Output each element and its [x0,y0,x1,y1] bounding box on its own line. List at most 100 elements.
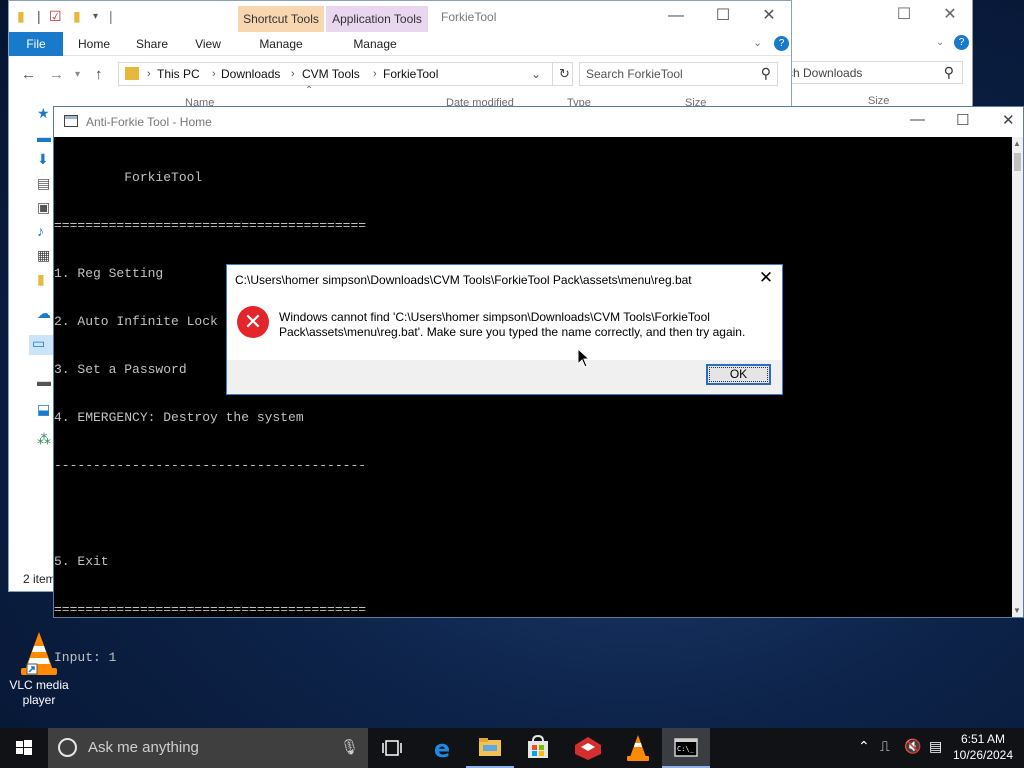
quick-access-star-icon[interactable]: ★ [37,105,50,122]
search-input[interactable]: Search ForkieTool ⚲ [579,62,778,86]
help-icon[interactable]: ? [774,36,789,51]
show-hidden-icons-icon[interactable]: ⌃ [858,738,870,768]
close-icon[interactable]: ✕ [747,4,791,30]
qat-dropdown-icon[interactable]: ▾ [93,11,98,22]
network-drive-icon[interactable]: ⬓ [37,401,50,418]
folder-icon[interactable]: ▮ [17,8,25,25]
back-arrow-icon[interactable]: ← [21,66,36,83]
recent-locations-icon[interactable]: ▾ [75,69,80,80]
tab-manage-application[interactable]: Manage [339,32,411,56]
column-header-size[interactable]: Size [868,95,889,106]
svg-text:C:\_: C:\_ [677,745,695,753]
network-icon[interactable]: ⁂ [37,431,51,448]
cortana-icon [58,738,77,757]
documents-icon[interactable]: ▤ [37,175,50,192]
videos-icon[interactable]: ▦ [37,247,50,264]
this-pc-icon[interactable]: ▭ [29,335,54,355]
back-search-input[interactable]: ch Downloads ⚲ [792,61,963,84]
tab-home[interactable]: Home [71,32,117,56]
svg-text:e: e [434,735,450,763]
taskbar-search-input[interactable]: Ask me anything 🎙 [48,728,368,768]
network-icon[interactable]: ⎍ [880,738,890,768]
ok-button[interactable]: OK [706,364,771,385]
close-icon[interactable]: ✕ [756,269,776,289]
edge-icon: e [434,735,450,763]
maximize-icon[interactable]: ☐ [956,111,969,129]
console-line: ======================================== [54,602,367,617]
help-icon[interactable]: ? [954,35,969,50]
file-explorer-icon [479,738,501,756]
chevron-down-icon[interactable]: ⌄ [753,36,762,49]
taskbar-vlc[interactable] [614,728,662,768]
address-bar[interactable]: › This PC › Downloads › CVM Tools › Fork… [118,62,573,86]
vlc-desktop-shortcut[interactable]: VLC media player [4,630,74,708]
forward-arrow-icon[interactable]: → [49,66,64,83]
pictures-icon[interactable]: ▣ [37,199,50,216]
music-icon[interactable]: ♪ [37,223,44,239]
navigation-pane: ★ ▬ ⬇ ▤ ▣ ♪ ▦ ▮ ☁ ▭ ▬ ⬓ ⁂ [9,91,54,591]
new-folder-icon[interactable]: ▮ [73,8,81,25]
volume-muted-icon[interactable]: 🔇 [904,738,921,768]
task-view-button[interactable] [368,728,416,768]
properties-icon[interactable]: ☑ [49,8,62,25]
maximize-icon[interactable]: ☐ [701,4,745,30]
console-titlebar[interactable]: Anti-Forkie Tool - Home — ☐ ✕ [54,107,1023,137]
scroll-down-icon[interactable]: ▼ [1013,606,1021,615]
search-icon: ⚲ [760,65,771,81]
up-arrow-icon[interactable]: ↑ [95,66,103,83]
refresh-icon[interactable]: ↻ [552,63,570,85]
tab-application-tools[interactable]: Application Tools [326,6,428,32]
microphone-icon[interactable]: 🎙 [340,738,359,756]
ribbon-tabs: File Home Share View Manage Manage ⌄ ? [9,32,791,56]
scroll-up-icon[interactable]: ▲ [1013,139,1021,148]
breadcrumb-forkietool[interactable]: ForkieTool [383,63,438,85]
minimize-icon[interactable]: — [910,111,925,128]
window-title: ForkieTool [441,10,497,24]
action-center-icon[interactable]: ▤ [929,738,942,768]
chevron-down-icon[interactable]: ⌄ [936,37,944,48]
maximize-icon[interactable]: ☐ [882,4,926,28]
breadcrumb-cvm-tools[interactable]: CVM Tools [302,63,360,85]
tab-shortcut-tools[interactable]: Shortcut Tools [238,6,324,32]
taskbar-command-prompt[interactable]: C:\_ [662,728,710,768]
tab-file[interactable]: File [9,32,63,56]
quick-access-toolbar: ▮ | ☑ ▮ ▾ | [9,1,239,32]
store-icon [528,734,548,758]
onedrive-icon[interactable]: ☁ [37,305,51,322]
system-clock[interactable]: 6:51 AM 10/26/2024 [946,731,1020,763]
start-button[interactable] [0,728,48,768]
tab-view[interactable]: View [185,32,231,56]
desktop-icon[interactable]: ▬ [37,129,51,145]
close-icon[interactable]: ✕ [928,4,972,28]
scrollbar-thumb[interactable] [1014,153,1021,171]
downloads-icon[interactable]: ⬇ [37,151,49,168]
folder-icon[interactable]: ▮ [37,271,45,288]
tab-share[interactable]: Share [129,32,175,56]
chevron-right-icon[interactable]: › [212,63,216,85]
minimize-icon[interactable]: — [654,4,698,30]
taskbar-store[interactable] [514,728,562,768]
taskbar-edge[interactable]: e [418,728,466,768]
address-dropdown-icon[interactable]: ⌄ [531,63,541,85]
dialog-titlebar[interactable]: C:\Users\homer simpson\Downloads\CVM Too… [227,265,782,294]
breadcrumb-this-pc[interactable]: This PC [157,63,200,85]
taskbar-app-red[interactable] [564,728,612,768]
error-dialog: C:\Users\homer simpson\Downloads\CVM Too… [226,264,783,395]
close-icon[interactable]: ✕ [1002,111,1015,129]
console-scrollbar[interactable]: ▲ ▼ [1012,137,1023,617]
drive-icon[interactable]: ▬ [37,373,51,389]
tab-manage-shortcut[interactable]: Manage [245,32,317,56]
vlc-label: VLC media player [9,678,69,707]
taskbar-file-explorer[interactable] [466,728,514,768]
console-input-line: Input: 1 [54,650,117,665]
taskbar: Ask me anything 🎙 e C:\_ ⌃ ⎍ 🔇 ▤ 6:51 AM… [0,728,1024,768]
dialog-title: C:\Users\homer simpson\Downloads\CVM Too… [235,273,692,287]
clock-time: 6:51 AM [960,732,1006,746]
vlc-icon [627,735,649,761]
chevron-right-icon[interactable]: › [373,63,377,85]
breadcrumb-downloads[interactable]: Downloads [221,63,280,85]
chevron-right-icon[interactable]: › [291,63,295,85]
separator-icon: | [37,8,41,24]
mouse-cursor-icon [577,348,591,368]
